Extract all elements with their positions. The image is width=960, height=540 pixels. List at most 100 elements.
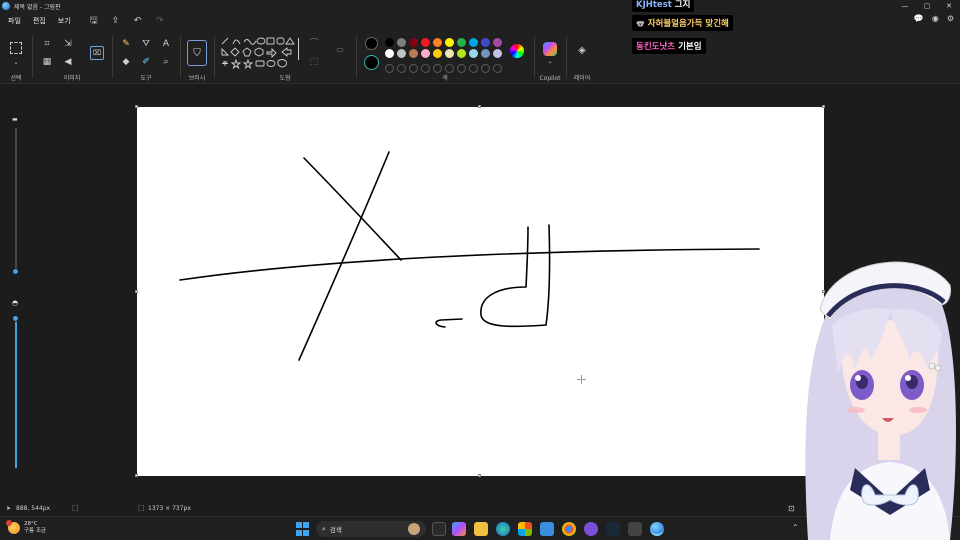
- chevron-down-icon[interactable]: ⌄: [544, 56, 556, 68]
- edit-colors-icon[interactable]: [510, 44, 524, 58]
- opacity-knob[interactable]: [12, 315, 19, 322]
- fill-bucket-icon[interactable]: ⛛: [140, 38, 152, 50]
- brush-size-knob[interactable]: [12, 268, 19, 276]
- resize-handle[interactable]: [135, 105, 138, 108]
- taskbar-search[interactable]: ⌕ 검색: [316, 521, 426, 537]
- menu-file[interactable]: 파일: [2, 16, 27, 26]
- feedback-icon[interactable]: 💬: [914, 14, 924, 23]
- color-swatch[interactable]: [445, 49, 454, 58]
- image-generate-icon[interactable]: ⌧: [90, 46, 104, 60]
- secondary-color-swatch[interactable]: [364, 55, 379, 70]
- select-tool-icon[interactable]: [10, 42, 22, 54]
- color-swatch[interactable]: [409, 49, 418, 58]
- custom-color-slot[interactable]: [493, 64, 502, 73]
- color-swatch[interactable]: [421, 38, 430, 47]
- share-icon[interactable]: ⇪: [105, 14, 127, 28]
- color-swatch[interactable]: [493, 49, 502, 58]
- save-icon[interactable]: 🖫: [83, 14, 105, 28]
- color-swatch[interactable]: [493, 38, 502, 47]
- shapes-gallery[interactable]: [220, 36, 300, 72]
- menu-view[interactable]: 보기: [52, 16, 77, 26]
- file-explorer-icon[interactable]: [474, 522, 488, 536]
- shape-size-icon[interactable]: ▭: [334, 44, 346, 56]
- shapes-scrollbar[interactable]: [298, 38, 299, 60]
- eraser-icon[interactable]: ◆: [120, 56, 132, 68]
- copilot-taskbar-icon[interactable]: [452, 522, 466, 536]
- resize-handle[interactable]: [822, 105, 825, 108]
- edge-icon[interactable]: [496, 522, 510, 536]
- task-view-icon[interactable]: [432, 522, 446, 536]
- start-button[interactable]: [296, 522, 310, 536]
- crop-icon[interactable]: ⌗: [41, 38, 53, 50]
- minimize-button[interactable]: —: [894, 0, 916, 12]
- account-icon[interactable]: ◉: [932, 14, 939, 23]
- chrome-icon[interactable]: [562, 522, 576, 536]
- color-swatch[interactable]: [433, 38, 442, 47]
- custom-color-slot[interactable]: [433, 64, 442, 73]
- brush-size-track[interactable]: [15, 128, 17, 274]
- text-tool-icon[interactable]: A: [160, 38, 172, 50]
- image-group: ⌗ ⇲ ▦ ◀ ⌧ 이미지: [36, 30, 108, 84]
- custom-color-slot[interactable]: [409, 64, 418, 73]
- color-swatch[interactable]: [385, 49, 394, 58]
- resize-handle[interactable]: [135, 290, 138, 293]
- title-bar: 제목 없음 - 그림판 — ▢ ✕: [0, 0, 960, 12]
- app-icon[interactable]: [628, 522, 642, 536]
- settings-icon[interactable]: ⚙: [947, 14, 954, 23]
- color-swatch[interactable]: [397, 38, 406, 47]
- color-swatch[interactable]: [433, 49, 442, 58]
- separator: [566, 36, 567, 78]
- chevron-up-icon[interactable]: ⌃: [792, 523, 799, 532]
- shape-fill-icon[interactable]: ⬚: [308, 56, 320, 68]
- menu-edit[interactable]: 편집: [27, 16, 52, 26]
- resize-handle[interactable]: [135, 474, 138, 477]
- mail-icon[interactable]: [540, 522, 554, 536]
- chat-badge-icon: 🐨: [636, 20, 645, 28]
- layers-icon[interactable]: ◈: [576, 45, 588, 57]
- pencil-icon[interactable]: ✎: [120, 38, 132, 50]
- primary-color-swatch[interactable]: [365, 37, 378, 50]
- color-swatch[interactable]: [457, 49, 466, 58]
- color-picker-icon[interactable]: ✐: [140, 56, 152, 68]
- color-swatch[interactable]: [457, 38, 466, 47]
- custom-color-slot[interactable]: [481, 64, 490, 73]
- magnifier-icon[interactable]: ⌕: [160, 56, 172, 68]
- undo-icon[interactable]: ↶: [127, 14, 149, 28]
- color-swatch[interactable]: [481, 49, 490, 58]
- copilot-icon[interactable]: [543, 42, 557, 56]
- resize-icon[interactable]: ⇲: [62, 38, 74, 50]
- search-placeholder: 검색: [329, 526, 342, 534]
- fit-to-window-icon[interactable]: ⊡: [788, 504, 795, 513]
- color-swatch[interactable]: [385, 38, 394, 47]
- rotate-icon[interactable]: ◀: [62, 56, 74, 68]
- custom-color-slot[interactable]: [469, 64, 478, 73]
- paint-taskbar-icon[interactable]: [650, 522, 664, 536]
- color-swatch[interactable]: [469, 38, 478, 47]
- color-swatch[interactable]: [481, 38, 490, 47]
- color-swatch[interactable]: [445, 38, 454, 47]
- weather-widget[interactable]: 28°C 구름 조금: [6, 520, 46, 535]
- close-button[interactable]: ✕: [938, 0, 960, 12]
- color-swatch[interactable]: [469, 49, 478, 58]
- maximize-button[interactable]: ▢: [916, 0, 938, 12]
- discord-icon[interactable]: [584, 522, 598, 536]
- custom-color-slot[interactable]: [457, 64, 466, 73]
- chevron-down-icon[interactable]: ⌄: [10, 57, 22, 69]
- steam-icon[interactable]: [606, 522, 620, 536]
- custom-color-slot[interactable]: [397, 64, 406, 73]
- store-icon[interactable]: [518, 522, 532, 536]
- resize-handle[interactable]: [478, 474, 481, 477]
- temperature: 28°C: [24, 521, 38, 527]
- custom-color-slot[interactable]: [445, 64, 454, 73]
- brush-icon[interactable]: ⛉: [187, 40, 207, 66]
- color-swatch[interactable]: [409, 38, 418, 47]
- color-swatch[interactable]: [397, 49, 406, 58]
- custom-color-slot[interactable]: [421, 64, 430, 73]
- resize-handle[interactable]: [478, 105, 481, 108]
- color-swatch[interactable]: [421, 49, 430, 58]
- image-remove-bg-icon[interactable]: ▦: [41, 56, 53, 68]
- shape-outline-icon[interactable]: ⌒: [308, 38, 320, 50]
- drawing-canvas[interactable]: [137, 107, 824, 476]
- custom-color-slot[interactable]: [385, 64, 394, 73]
- redo-icon[interactable]: ↷: [149, 14, 171, 28]
